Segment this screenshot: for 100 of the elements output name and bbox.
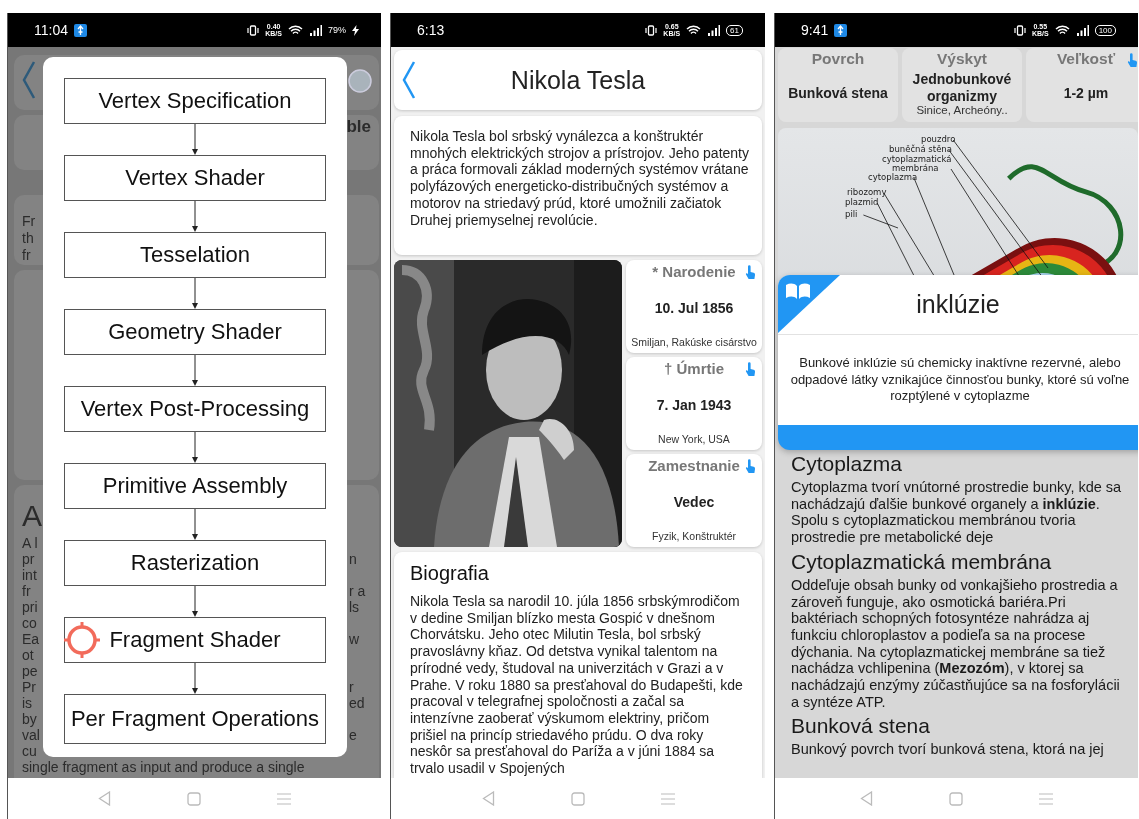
flow-arrow (191, 509, 199, 540)
flow-arrow (191, 278, 199, 309)
flow-arrow (191, 586, 199, 617)
home-icon[interactable] (187, 791, 201, 806)
pipeline-stage[interactable]: Tesselation (64, 232, 326, 278)
back-icon[interactable] (860, 791, 873, 806)
pointing-hand-icon[interactable] (745, 265, 756, 280)
pipeline-stage[interactable]: Fragment Shader (64, 617, 326, 663)
flow-arrow (191, 355, 199, 386)
diagram-label: cytoplazma (868, 172, 918, 182)
pipeline-stage[interactable]: Primitive Assembly (64, 463, 326, 509)
fact-detail: New York, USA (658, 433, 730, 445)
pipeline-stage[interactable]: Geometry Shader (64, 309, 326, 355)
diagram-label: ribozomy (847, 187, 887, 197)
popup-text: Bunkové inklúzie sú chemicky inaktívne rezervné, alebo odpadové látky vznikajúce činnosťou bunky, ktoré sú voľne rozptýlené v cytoplazme (790, 355, 1130, 405)
home-icon[interactable] (949, 791, 963, 806)
fact-value: Vedec (673, 493, 715, 511)
fact-title: Povrch (811, 50, 865, 68)
pointing-hand-icon[interactable] (745, 459, 756, 474)
text-fragment: e (349, 727, 357, 743)
signal-icon (1075, 24, 1089, 36)
text-fragment: Pr (22, 679, 36, 695)
fact-card[interactable]: Veľkosť 1-2 µm (1026, 48, 1138, 122)
fact-value: 1-2 µm (1063, 85, 1109, 102)
back-icon[interactable] (98, 791, 111, 806)
fact-value: Bunková stena (788, 85, 888, 102)
flow-arrow (191, 663, 199, 694)
fact-title: † Úmrtie (664, 360, 724, 377)
text-fragment: val (22, 727, 40, 743)
section-text: Cytoplazma tvorí vnútorné prostredie bunky, kde sa nachádzajú ďalšie bunkové organely a inklúzie. Spolu s cytoplazmatickou membránou tvoria prostredie pre metabolické deje (791, 479, 1123, 546)
fact-value: Jednobunkové organizmy (911, 70, 1013, 105)
pointing-hand-icon[interactable] (1127, 53, 1138, 68)
fact-detail: Smiljan, Rakúske cisárstvo (631, 336, 757, 348)
section-text: Bunkový povrch tvorí bunková stena, ktorá na jej (791, 741, 1105, 759)
text-fragment: n (349, 551, 357, 567)
back-icon[interactable] (402, 60, 416, 100)
diagram-label: plazmid (845, 197, 879, 207)
text-line: Fr (22, 213, 36, 230)
fact-card[interactable]: Výskyt Jednobunkové organizmy Sinice, Archeóny.. (902, 48, 1022, 122)
text-fragment: w (349, 631, 360, 647)
section-heading: Cytoplazmatická membrána (791, 549, 1053, 574)
text-fragment: by (22, 711, 37, 727)
circle-icon (347, 68, 373, 94)
diagram-label: cytoplazmatická membrána (882, 154, 952, 173)
text-fragment: ls (349, 599, 360, 615)
text-fragment: cu (22, 743, 37, 759)
text-fragment: Ea (22, 631, 40, 647)
text-fragment: co (22, 615, 37, 631)
flow-arrow (191, 432, 199, 463)
fact-title: * Narodenie (652, 263, 736, 280)
text-fragment: ed (349, 695, 365, 711)
fact-value: 7. Jan 1943 (656, 396, 732, 414)
section-text: Oddeľuje obsah bunky od vonkajšieho prostredia a zároveň funguje, ako osmotická bariéra.Pri baktériach schopných fotosyntéze nahrádza aj funkciu chloroplastov a podieľa sa na procese dýchania. Na cytoplazmatickej membráne sa tiež nachádza vchlipenina (Mezozóm), v ktorej sa nachádzajú enzýmy zúčastňujúce sa na fosforylácii a syntéze ATP. (791, 576, 1121, 711)
pipeline-stage[interactable]: Per Fragment Operations (64, 694, 326, 744)
battery-level: 61 (726, 24, 743, 36)
menu-icon[interactable] (660, 792, 675, 805)
pipeline-stage[interactable]: Vertex Specification (64, 78, 326, 124)
menu-icon[interactable] (277, 792, 291, 805)
signal-icon (707, 24, 721, 36)
vibrate-icon (1013, 24, 1026, 36)
home-icon[interactable] (570, 791, 585, 806)
text-fragment: r a (349, 583, 366, 599)
vibrate-icon (645, 24, 658, 36)
fact-title: Zamestnanie (648, 457, 740, 474)
clock-time: 11:04 (34, 22, 68, 38)
back-icon[interactable] (481, 791, 495, 806)
text-line: fr (22, 247, 31, 264)
battery-level: 79% (328, 25, 346, 35)
fact-card[interactable]: * Narodenie 10. Jul 1856 Smiljan, Rakúske cisárstvo (626, 260, 762, 353)
text-line: th (22, 230, 34, 247)
text-fragment: r (349, 679, 354, 695)
text-fragment: pe (22, 663, 38, 679)
wifi-icon (1054, 24, 1070, 36)
fact-card[interactable]: Povrch Bunková stena (778, 48, 898, 122)
pipeline-stage[interactable]: Vertex Shader (64, 155, 326, 201)
clock-time: 6:13 (417, 22, 445, 38)
intro-text: Nikola Tesla bol srbský vynálezca a konštruktér mnohých elektrických strojov a prístrojov. Jeho patenty a práca formovali základ moderných systémov vrátane polyfázových energeticko-distribučných systémov a motorov na striedavý prúd, ktoré umožnili začiatok Druhej priemyselnej revolúcie. (410, 128, 750, 229)
text-fragment: ot (22, 647, 34, 663)
text-fragment: pri (22, 599, 38, 615)
text-line: single fragment as input and produce a single (22, 759, 305, 775)
signal-icon (309, 24, 322, 36)
fact-card[interactable]: † Úmrtie 7. Jan 1943 New York, USA (626, 357, 762, 450)
battery-level: 100 (1094, 24, 1116, 36)
clock-time: 9:41 (801, 22, 829, 38)
section-heading: Biografia (410, 562, 490, 585)
fact-card[interactable]: Zamestnanie Vedec Fyzik, Konštruktér (626, 454, 762, 547)
back-icon[interactable] (22, 60, 36, 100)
pipeline-stage[interactable]: Rasterization (64, 540, 326, 586)
diagram-label: pili (845, 209, 858, 219)
menu-icon[interactable] (1039, 792, 1053, 805)
section-heading: Cytoplazma (791, 452, 903, 476)
section-heading: Bunková stena (791, 714, 931, 739)
fact-detail: Fyzik, Konštruktér (652, 530, 736, 542)
diagram-label: buněčná stěna (889, 144, 952, 154)
fact-detail: Sinice, Archeóny.. (916, 104, 1008, 117)
text-fragment: int (22, 567, 37, 583)
pipeline-stage[interactable]: Vertex Post-Processing (64, 386, 326, 432)
pointing-hand-icon[interactable] (745, 362, 756, 377)
text-fragment: is (22, 695, 33, 711)
fact-title: Veľkosť (1056, 50, 1116, 68)
